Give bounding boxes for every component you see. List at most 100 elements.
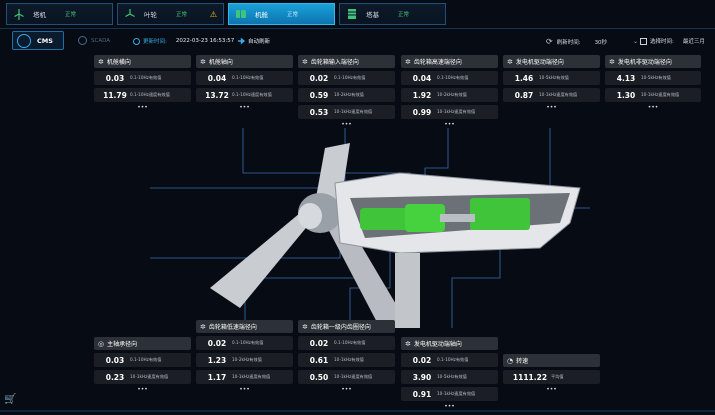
metric-row: 1.46 10-5kHz有效值: [503, 71, 600, 85]
metric-desc: 0.1-10Hz速度有效值: [130, 92, 170, 97]
card-title-text: 齿轮箱高速端径向: [413, 59, 462, 66]
metric-value: 1111.22: [512, 372, 548, 382]
metric-value: 1.17: [207, 372, 227, 382]
more-button[interactable]: •••: [298, 121, 395, 128]
refresh-interval-select[interactable]: ⟳ 刷新时间: 30秒 ⌄: [546, 37, 638, 46]
gear-icon: ✲: [405, 339, 411, 348]
auto-refresh-icon: [238, 37, 245, 45]
sensor-card[interactable]: ✲ 齿轮箱低速端径向 0.02 0.1-10Hz有效值 1.23 10-2kHz有效值…: [196, 320, 293, 393]
metric-value: 0.91: [412, 389, 432, 399]
tab-tower-base[interactable]: 塔基 正常: [339, 3, 446, 25]
gear-icon: ✲: [200, 57, 206, 66]
metric-desc: 0.1-10Hz有效值: [334, 340, 366, 345]
metric-value: 0.02: [207, 338, 227, 348]
more-button[interactable]: •••: [503, 104, 600, 111]
metric-desc: 10-2kHz有效值: [232, 357, 262, 362]
more-button[interactable]: •••: [605, 104, 701, 111]
sensor-card[interactable]: ✲ 齿轮箱一级内齿圈径向 0.02 0.1-10Hz有效值 0.61 10-1kHz有…: [298, 320, 395, 393]
metric-value: 0.59: [309, 90, 329, 100]
sensor-card[interactable]: ✲ 发电机驱动端径向 1.46 10-5kHz有效值 0.87 10-1kHz速度有效…: [503, 55, 600, 111]
shaft: [440, 214, 475, 222]
cart-icon[interactable]: 🛒: [4, 394, 16, 405]
sensor-card[interactable]: ◔ 转速 1111.22 平均值 •••: [503, 354, 600, 393]
metric-desc: 0.1-10Hz有效值: [232, 75, 264, 80]
metric-row: 0.87 10-1kHz速度有效值: [503, 88, 600, 102]
metric-desc: 0.1-10Hz有效值: [130, 357, 162, 362]
metric-value: 1.46: [514, 73, 534, 83]
bearing-icon: ◎: [98, 339, 105, 348]
metric-value: 0.03: [105, 355, 125, 365]
turbine-illustration: [150, 128, 590, 328]
metric-row: 3.90 10-5kHz有效值: [401, 370, 498, 384]
tab-tower[interactable]: 塔机 正常: [6, 3, 113, 25]
more-button[interactable]: •••: [94, 104, 191, 111]
sensor-card[interactable]: ✲ 齿轮箱输入端径向 0.02 0.1-10Hz有效值 0.59 10-2kHz有效值…: [298, 55, 395, 128]
update-time-label: 更新时间:: [143, 39, 167, 45]
cms-label: CMS: [37, 36, 53, 45]
sensor-card[interactable]: ✲ 机舱横向 0.03 0.1-10Hz有效值 11.79 0.1-10Hz速度有效值…: [94, 55, 191, 111]
warning-icon: ⚠: [209, 9, 217, 19]
metric-desc: 平均值: [551, 374, 564, 379]
metric-row: 0.03 0.1-10Hz有效值: [94, 71, 191, 85]
metric-desc: 10-1kHz速度有效值: [130, 374, 169, 379]
metric-row: 0.61 10-1kHz有效值: [298, 353, 395, 367]
divider: [0, 410, 715, 412]
metric-value: 0.50: [309, 372, 329, 382]
gearbox-part: [360, 208, 410, 230]
refresh-interval-value: 30秒: [594, 39, 608, 46]
metric-row: 0.02 0.1-10Hz有效值: [298, 336, 395, 350]
gear-icon: ✲: [302, 322, 308, 331]
sensor-card[interactable]: ✲ 机舱轴向 0.04 0.1-10Hz有效值 13.72 0.1-10Hz速度有效值…: [196, 55, 293, 111]
more-button[interactable]: •••: [196, 386, 293, 393]
sensor-card[interactable]: ✲ 发电机驱动端轴向 0.02 0.1-10Hz有效值 3.90 10-5kHz有效值…: [401, 337, 498, 410]
tab-label: 机舱: [255, 11, 268, 19]
metric-desc: 0.1-10Hz有效值: [437, 357, 469, 362]
sensor-card[interactable]: ✲ 发电机非驱动端径向 4.13 10-5kHz有效值 1.30 10-1kHz速度有…: [605, 55, 701, 111]
metric-row: 0.02 0.1-10Hz有效值: [401, 353, 498, 367]
card-title: ◎ 主轴承径向: [94, 337, 191, 350]
card-title: ✲ 发电机驱动端轴向: [401, 337, 498, 350]
update-time: 更新时间: 2022-03-23 16:53:57: [133, 37, 234, 45]
nacelle-icon: [235, 8, 247, 20]
cms-button[interactable]: CMS: [12, 31, 64, 50]
card-title-text: 主轴承径向: [107, 341, 138, 348]
module-tabs: 塔机 正常 叶轮 正常 ⚠ 机舱 正常 塔基 正常: [6, 3, 446, 25]
metric-row: 0.50 10-1kHz速度有效值: [298, 370, 395, 384]
tab-nacelle[interactable]: 机舱 正常: [228, 3, 335, 25]
card-title: ✲ 齿轮箱高速端径向: [401, 55, 498, 68]
scada-button[interactable]: SCADA: [78, 36, 110, 45]
metric-value: 0.87: [514, 90, 534, 100]
metric-value: 1.23: [207, 355, 227, 365]
more-button[interactable]: •••: [401, 121, 498, 128]
sensor-card[interactable]: ✲ 齿轮箱高速端径向 0.04 0.1-10Hz有效值 1.92 10-2kHz有效值…: [401, 55, 498, 128]
metric-value: 0.99: [412, 107, 432, 117]
more-button[interactable]: •••: [401, 403, 498, 410]
metric-desc: 10-2kHz有效值: [334, 92, 364, 97]
metric-value: 1.92: [412, 90, 432, 100]
tab-label: 叶轮: [144, 11, 157, 19]
auto-refresh-button[interactable]: 自动刷新: [238, 37, 270, 45]
metric-desc: 10-5kHz有效值: [539, 75, 569, 80]
refresh-interval-label: 刷新时间:: [556, 39, 581, 46]
metric-row: 0.02 0.1-10Hz有效值: [196, 336, 293, 350]
more-button[interactable]: •••: [298, 386, 395, 393]
metric-value: 11.79: [103, 90, 127, 100]
metric-desc: 10-2kHz有效值: [437, 92, 467, 97]
more-button[interactable]: •••: [503, 386, 600, 393]
generator-part: [470, 198, 530, 230]
tab-rotor[interactable]: 叶轮 正常 ⚠: [117, 3, 224, 25]
more-button[interactable]: •••: [196, 104, 293, 111]
tower: [395, 253, 420, 328]
more-button[interactable]: •••: [94, 386, 191, 393]
metric-desc: 10-1kHz速度有效值: [232, 374, 271, 379]
sensor-card[interactable]: ◎ 主轴承径向 0.03 0.1-10Hz有效值 0.23 10-1kHz速度有效值 …: [94, 337, 191, 393]
hub-cap: [298, 203, 322, 229]
time-range-label: 选择时间:: [650, 39, 674, 45]
metric-desc: 0.1-10Hz速度有效值: [232, 92, 272, 97]
speed-icon: ◔: [507, 356, 514, 365]
metric-row: 0.91 10-1kHz速度有效值: [401, 387, 498, 401]
metric-value: 0.02: [309, 73, 329, 83]
metric-row: 1.30 10-1kHz速度有效值: [605, 88, 701, 102]
metric-value: 0.02: [412, 355, 432, 365]
time-range-select[interactable]: 选择时间: 最近三月: [640, 37, 705, 45]
